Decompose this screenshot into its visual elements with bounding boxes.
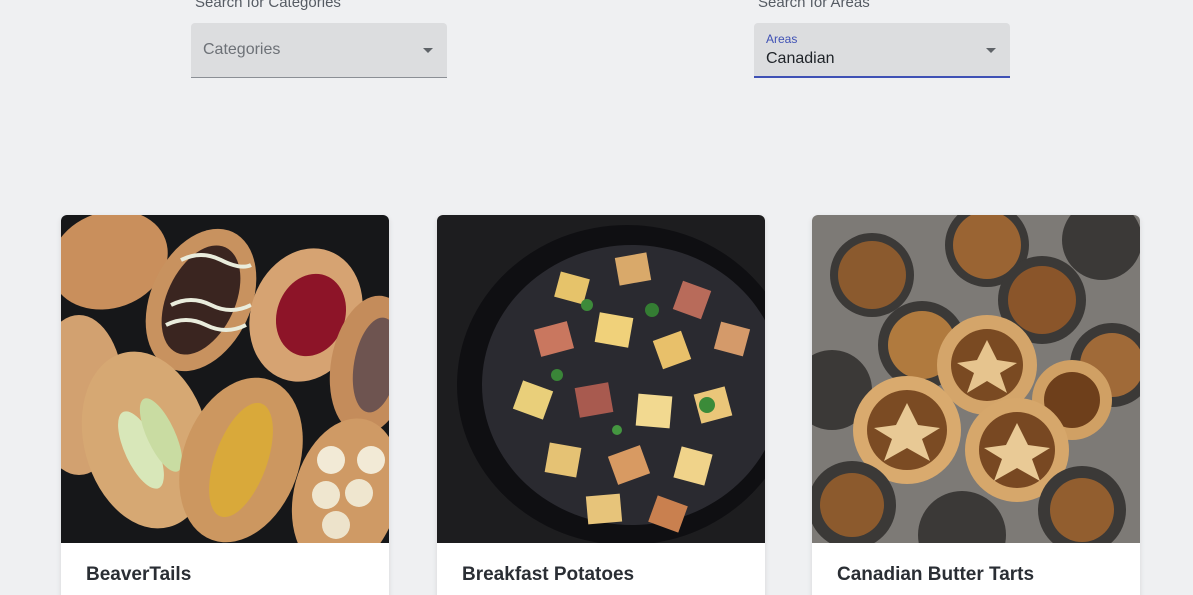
meal-title: Breakfast Potatoes — [462, 564, 635, 585]
meal-card[interactable]: BeaverTails — [61, 215, 389, 595]
meal-title: BeaverTails — [86, 564, 192, 585]
chevron-down-icon — [986, 48, 996, 53]
meal-title: Canadian Butter Tarts — [837, 564, 1035, 585]
meal-card[interactable]: Breakfast Potatoes — [437, 215, 765, 595]
areas-selected-value: Canadian — [766, 50, 835, 67]
categories-select[interactable]: Categories — [191, 23, 447, 78]
meal-card[interactable]: Canadian Butter Tarts — [812, 215, 1140, 595]
areas-select[interactable]: Areas Canadian — [754, 23, 1010, 78]
meal-image-breakfast-potatoes — [437, 215, 765, 543]
areas-search-label: Search for Areas — [758, 0, 870, 11]
chevron-down-icon — [423, 48, 433, 53]
categories-search-label: Search for Categories — [195, 0, 341, 11]
page: Search for Categories Categories Search … — [0, 0, 1193, 595]
meal-image-canadian-butter-tarts — [812, 215, 1140, 543]
areas-float-label: Areas — [766, 32, 798, 46]
meal-image-beavertails — [61, 215, 389, 543]
categories-placeholder: Categories — [203, 41, 281, 58]
